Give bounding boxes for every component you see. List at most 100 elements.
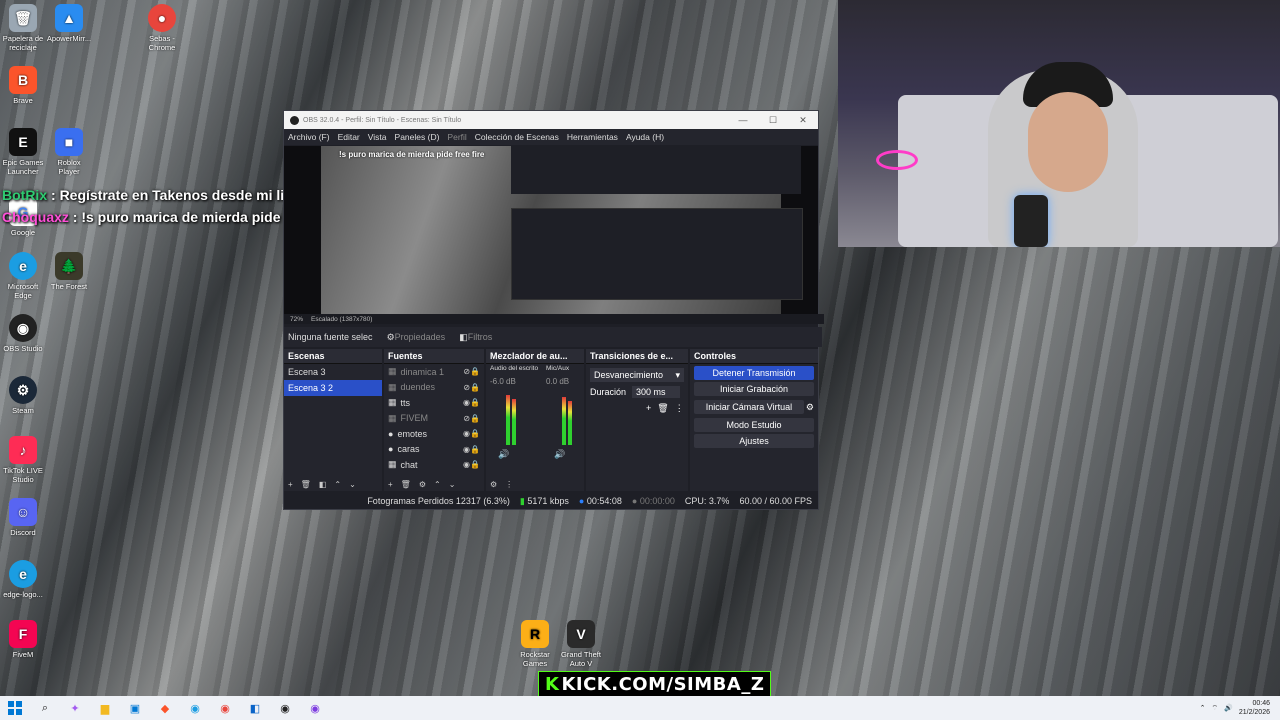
epic-games-icon[interactable]: E Epic Games Launcher [0, 128, 46, 176]
volume-icon[interactable]: 🔊 [1224, 704, 1233, 712]
chrome-taskbar-icon[interactable]: ◉ [214, 698, 236, 718]
duration-input[interactable]: 300 ms [632, 386, 681, 398]
gear-icon[interactable]: ⚙ [806, 402, 814, 413]
source-item[interactable]: ● caras ◉🔒 [384, 442, 484, 458]
arrow-up-icon[interactable]: ⌃ [434, 480, 441, 489]
speaker-icon[interactable]: 🔊 [498, 449, 509, 460]
menu-ayuda[interactable]: Ayuda (H) [626, 132, 664, 142]
menu-coleccion[interactable]: Colección de Escenas [475, 132, 559, 142]
tiktok-live-icon[interactable]: ♪ TikTok LIVE Studio [0, 436, 46, 484]
add-icon[interactable]: + [646, 403, 651, 414]
sources-footer: + 🗑 ⚙ ⌃ ⌄ [384, 477, 488, 491]
menu-editar[interactable]: Editar [338, 132, 360, 142]
scaling-label[interactable]: Escalado (1387x780) [311, 316, 372, 323]
close-icon[interactable]: ✕ [788, 115, 818, 126]
more-icon[interactable]: ⋮ [505, 480, 513, 489]
dropped-frames: Fotogramas Perdidos 12317 (6.3%) [367, 496, 510, 506]
arrow-down-icon[interactable]: ⌄ [349, 480, 356, 489]
source-item[interactable]: ▦ FIVEM ⊘🔒 [384, 411, 484, 427]
visibility-icon[interactable]: ⊘🔒 [463, 414, 480, 423]
rockstar-games-icon[interactable]: R Rockstar Games [512, 620, 558, 668]
scenes-footer: + 🗑 ◧ ⌃ ⌄ [284, 477, 386, 491]
obs-titlebar[interactable]: OBS 32.0.4 - Perfil: Sin Título - Escena… [284, 111, 818, 129]
zoom-level[interactable]: 72% [290, 316, 303, 323]
fivem-icon[interactable]: F FiveM [0, 620, 46, 659]
source-item[interactable]: ▦ tts ◉🔒 [384, 395, 484, 411]
arrow-up-icon[interactable]: ⌃ [334, 480, 341, 489]
add-icon[interactable]: + [288, 480, 293, 489]
mixer-db: -6.0 dB [490, 377, 516, 386]
status-bar: Fotogramas Perdidos 12317 (6.3%) ▮ 5171 … [284, 493, 818, 509]
studio-mode-button[interactable]: Modo Estudio [694, 418, 814, 432]
add-icon[interactable]: + [388, 480, 393, 489]
apowermirror-icon[interactable]: ▲ ApowerMirr... [46, 4, 92, 43]
menu-perfil[interactable]: Perfil [447, 132, 466, 142]
obs-taskbar-icon[interactable]: ◉ [274, 698, 296, 718]
transition-select[interactable]: Desvanecimiento ▾ [590, 368, 684, 382]
source-item[interactable]: ▦ duendes ⊘🔒 [384, 380, 484, 396]
docks-area: Escenas Escena 3 Escena 3 2 + 🗑 ◧ ⌃ ⌄ Fu… [284, 349, 818, 491]
windows-start-icon[interactable] [4, 698, 26, 718]
menu-bar: Archivo (F) Editar Vista Paneles (D) Per… [284, 129, 818, 145]
visibility-icon[interactable]: ◉🔒 [463, 429, 480, 438]
steam-icon[interactable]: ⚙ Steam [0, 376, 46, 415]
clock[interactable]: 00:46 21/2/2026 [1239, 699, 1270, 717]
copilot-icon[interactable]: ✦ [64, 698, 86, 718]
sources-dock: Fuentes ▦ dinamica 1 ⊘🔒 ▦ duendes ⊘🔒 ▦ tts ◉🔒 … [384, 349, 484, 491]
brave-taskbar-icon[interactable]: ◆ [154, 698, 176, 718]
source-item[interactable]: ● emotes ◉🔒 [384, 426, 484, 442]
maximize-icon[interactable]: ☐ [758, 115, 788, 126]
app-taskbar-icon[interactable]: ◉ [304, 698, 326, 718]
more-icon[interactable]: ⋮ [675, 403, 684, 414]
visibility-icon[interactable]: ⊘🔒 [463, 367, 480, 376]
file-explorer-icon[interactable]: ▆ [94, 698, 116, 718]
visibility-icon[interactable]: ◉🔒 [463, 445, 480, 454]
minimize-icon[interactable]: — [728, 115, 758, 126]
trash-icon[interactable]: 🗑 [301, 480, 311, 489]
scene-item[interactable]: Escena 3 [284, 364, 382, 380]
properties-button[interactable]: ⚙Propiedades [387, 332, 446, 343]
gta-v-icon[interactable]: V Grand Theft Auto V [558, 620, 604, 668]
preview-canvas[interactable]: !s puro marica de mierda pide free fire [284, 146, 818, 322]
edge-taskbar-icon[interactable]: ◉ [184, 698, 206, 718]
gear-icon[interactable]: ⚙ [490, 480, 497, 489]
outlook-taskbar-icon[interactable]: ◧ [244, 698, 266, 718]
visibility-icon[interactable]: ◉🔒 [463, 398, 480, 407]
chrome-icon[interactable]: ● Sebas - Chrome [139, 4, 185, 52]
stop-stream-button[interactable]: Detener Transmisión [694, 366, 814, 380]
menu-paneles[interactable]: Paneles (D) [395, 132, 440, 142]
filter-icon[interactable]: ◧ [319, 480, 327, 489]
search-icon[interactable]: ⌕ [34, 698, 56, 718]
visibility-icon[interactable]: ◉🔒 [463, 460, 480, 469]
obs-window[interactable]: OBS 32.0.4 - Perfil: Sin Título - Escena… [283, 110, 824, 510]
virtual-camera-button[interactable]: Iniciar Cámara Virtual [694, 400, 804, 414]
edge-icon[interactable]: e Microsoft Edge [0, 252, 46, 300]
trash-icon[interactable]: 🗑 [657, 403, 668, 414]
trash-icon[interactable]: 🗑 [401, 480, 411, 489]
obs-studio-icon[interactable]: ◉ OBS Studio [0, 314, 46, 353]
controls-header: Controles [690, 349, 818, 364]
start-recording-button[interactable]: Iniciar Grabación [694, 382, 814, 396]
menu-archivo[interactable]: Archivo (F) [288, 132, 330, 142]
discord-icon[interactable]: ☺ Discord [0, 498, 46, 537]
arrow-down-icon[interactable]: ⌄ [449, 480, 456, 489]
edge-logo-icon[interactable]: e edge-logo... [0, 560, 46, 599]
roblox-icon[interactable]: ■ Roblox Player [46, 128, 92, 176]
scene-item-selected[interactable]: Escena 3 2 [284, 380, 382, 396]
gear-icon[interactable]: ⚙ [419, 480, 426, 489]
audio-meter [562, 397, 566, 445]
filters-button[interactable]: ◧Filtros [459, 332, 492, 343]
store-icon[interactable]: ▣ [124, 698, 146, 718]
recycle-bin-icon[interactable]: 🗑 Papelera de reciclaje [0, 4, 46, 52]
source-item[interactable]: ▦ chat ◉🔒 [384, 457, 484, 473]
network-icon[interactable]: ⌔ [1212, 704, 1219, 713]
chevron-up-icon[interactable]: ⌃ [1200, 704, 1206, 712]
menu-vista[interactable]: Vista [368, 132, 387, 142]
settings-button[interactable]: Ajustes [694, 434, 814, 448]
source-item[interactable]: ▦ dinamica 1 ⊘🔒 [384, 364, 484, 380]
brave-icon[interactable]: B Brave [0, 66, 46, 105]
speaker-icon[interactable]: 🔊 [554, 449, 565, 460]
visibility-icon[interactable]: ⊘🔒 [463, 383, 480, 392]
the-forest-icon[interactable]: 🌲 The Forest [46, 252, 92, 291]
menu-herramientas[interactable]: Herramientas [567, 132, 618, 142]
